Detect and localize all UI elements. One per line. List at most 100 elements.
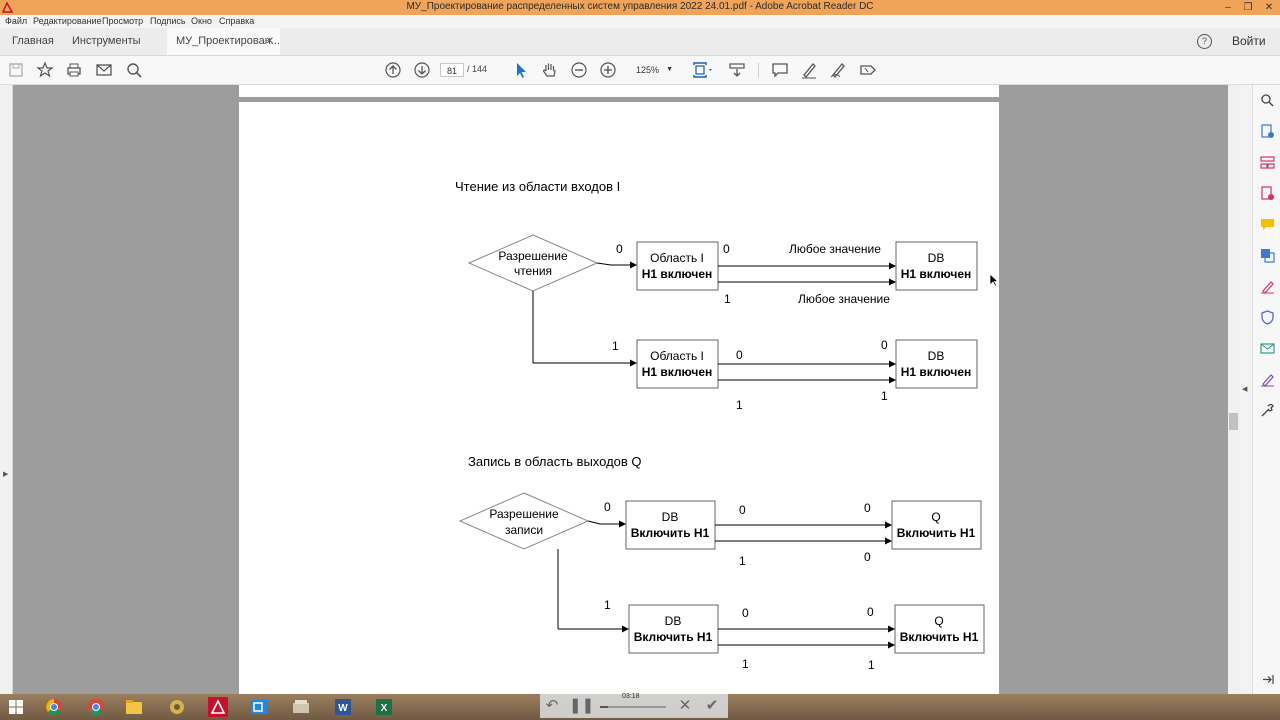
- protect-shield-icon[interactable]: [1260, 310, 1275, 325]
- label-zero: 0: [742, 606, 749, 620]
- print-icon[interactable]: [64, 60, 84, 80]
- tab-home[interactable]: Главная: [12, 28, 54, 55]
- player-progress-bar[interactable]: [600, 706, 666, 708]
- menu-window[interactable]: Окно: [191, 16, 212, 26]
- label-any-value: Любое значение: [789, 242, 881, 256]
- close-tab-icon[interactable]: ✕: [266, 28, 274, 55]
- search-icon[interactable]: [124, 60, 144, 80]
- right-panel-toggle[interactable]: ◀: [1240, 85, 1252, 694]
- label-zero: 0: [723, 242, 730, 256]
- outlook-icon[interactable]: [249, 697, 269, 717]
- box-area-line2: Н1 включен: [642, 365, 713, 379]
- send-track-icon[interactable]: [1260, 341, 1275, 356]
- vertical-scrollbar[interactable]: [1228, 85, 1240, 694]
- chrome-icon[interactable]: [44, 697, 64, 717]
- windows-start-icon[interactable]: [6, 697, 26, 717]
- create-pdf-icon[interactable]: [1260, 124, 1275, 139]
- svg-text:X: X: [381, 703, 388, 714]
- tab-tools[interactable]: Инструменты: [72, 28, 141, 55]
- label-zero: 0: [604, 500, 611, 514]
- close-player-icon[interactable]: ✕: [676, 697, 694, 715]
- zoom-out-icon[interactable]: [569, 60, 589, 80]
- svg-text:W: W: [338, 703, 348, 714]
- minimize-button[interactable]: –: [1219, 0, 1237, 15]
- menu-bar: Файл Редактирование Просмотр Подпись Окн…: [0, 15, 1280, 28]
- help-icon[interactable]: ?: [1197, 34, 1212, 49]
- edit-pen-icon[interactable]: [1260, 372, 1275, 387]
- previous-page-icon[interactable]: [383, 60, 403, 80]
- right-tools-panel: [1252, 85, 1280, 694]
- scroll-mode-icon[interactable]: [727, 60, 747, 80]
- zoom-value: 125%: [636, 65, 660, 75]
- heading-write: Запись в область выходов Q: [468, 454, 642, 469]
- box-q-line2: Включить Н1: [897, 526, 976, 540]
- label-one: 1: [612, 339, 619, 353]
- label-zero: 0: [739, 503, 746, 517]
- read-diamond-line1: Разрешение: [498, 249, 568, 263]
- collapse-right-panel-icon[interactable]: ◀: [1242, 385, 1247, 393]
- page-number-input[interactable]: 81: [440, 63, 464, 77]
- email-icon[interactable]: [94, 60, 114, 80]
- comment-panel-icon[interactable]: [1260, 217, 1275, 232]
- label-zero: 0: [616, 242, 623, 256]
- box-db-write-1: [625, 500, 716, 550]
- export-pdf-icon[interactable]: [1260, 186, 1275, 201]
- window-title: МУ_Проектирование распределенных систем …: [406, 1, 874, 12]
- zoom-in-icon[interactable]: [598, 60, 618, 80]
- label-zero: 0: [736, 348, 743, 362]
- fit-page-icon[interactable]: [690, 60, 716, 80]
- select-cursor-icon[interactable]: [511, 60, 531, 80]
- hand-tool-icon[interactable]: [540, 60, 560, 80]
- box-db-line1: DB: [928, 251, 945, 265]
- menu-file[interactable]: Файл: [5, 16, 27, 26]
- box-db-line2: Н1 включен: [901, 267, 972, 281]
- files-icon[interactable]: [291, 697, 311, 717]
- next-page-icon[interactable]: [412, 60, 432, 80]
- box-q-2: [894, 604, 985, 654]
- box-db-1: [895, 241, 978, 291]
- undo-icon[interactable]: ↶: [543, 697, 561, 715]
- zoom-search-icon[interactable]: [1260, 93, 1275, 108]
- sign-in-button[interactable]: Войти: [1232, 28, 1266, 55]
- fill-sign-icon[interactable]: [1260, 279, 1275, 294]
- organize-pages-icon[interactable]: [1260, 155, 1275, 170]
- menu-edit[interactable]: Редактирование: [33, 16, 102, 26]
- tab-bar: Главная Инструменты МУ_Проектирован... ✕…: [0, 28, 1280, 56]
- comment-icon[interactable]: [770, 60, 790, 80]
- share-tag-icon[interactable]: [858, 60, 878, 80]
- file-explorer-icon[interactable]: [124, 697, 144, 717]
- convert-icon[interactable]: [1260, 248, 1275, 263]
- tab-document[interactable]: МУ_Проектирован... ✕: [167, 28, 280, 55]
- box-q-line1: Q: [934, 614, 943, 628]
- word-icon[interactable]: W: [333, 697, 353, 717]
- tab-document-label: МУ_Проектирован...: [176, 35, 280, 47]
- settings-gear-icon[interactable]: [167, 697, 187, 717]
- box-db-write-2: [628, 604, 719, 654]
- sign-pen-icon[interactable]: [828, 60, 848, 80]
- menu-view[interactable]: Просмотр: [102, 16, 143, 26]
- pause-icon[interactable]: ❚❚: [569, 697, 594, 715]
- label-any-value: Любое значение: [798, 292, 890, 306]
- acrobat-taskbar-icon[interactable]: [208, 697, 228, 717]
- zoom-select[interactable]: 125% ▼: [629, 63, 677, 77]
- save-icon[interactable]: [6, 60, 26, 80]
- box-area-i-1: [636, 241, 719, 291]
- maximize-button[interactable]: ❐: [1239, 0, 1257, 15]
- scrollbar-thumb[interactable]: [1229, 413, 1238, 430]
- title-bar: МУ_Проектирование распределенных систем …: [0, 0, 1280, 15]
- label-one: 1: [739, 554, 746, 568]
- more-tools-wrench-icon[interactable]: [1260, 403, 1275, 418]
- menu-help[interactable]: Справка: [219, 16, 254, 26]
- close-window-button[interactable]: ✕: [1260, 0, 1278, 15]
- bookmark-star-icon[interactable]: [35, 60, 55, 80]
- label-one: 1: [604, 598, 611, 612]
- label-one: 1: [868, 658, 875, 672]
- collapse-panel-icon[interactable]: [1260, 672, 1275, 687]
- expand-left-panel-icon[interactable]: ▶: [3, 470, 8, 478]
- menu-sign[interactable]: Подпись: [150, 16, 186, 26]
- highlight-pen-icon[interactable]: [799, 60, 819, 80]
- excel-icon[interactable]: X: [374, 697, 394, 717]
- chrome-alt-icon[interactable]: [86, 697, 106, 717]
- player-progress-fill: [600, 706, 608, 708]
- confirm-check-icon[interactable]: ✔: [703, 697, 721, 715]
